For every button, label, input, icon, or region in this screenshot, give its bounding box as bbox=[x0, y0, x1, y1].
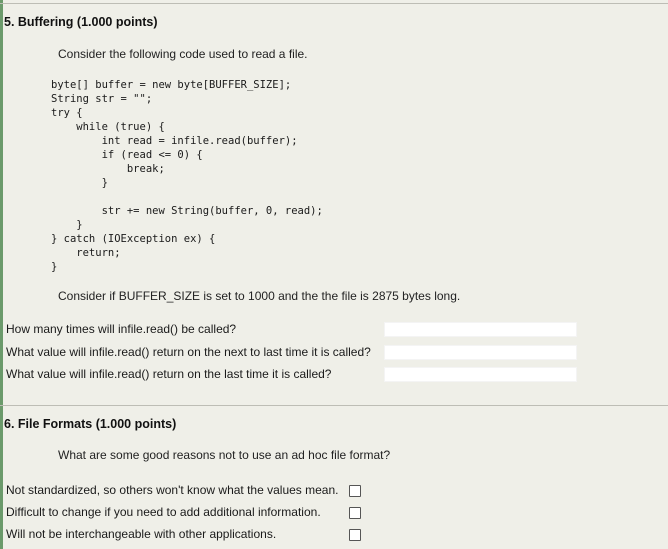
question-5-intro: Consider the following code used to read… bbox=[58, 47, 308, 61]
question-6-option-1-label: Not standardized, so others won't know w… bbox=[6, 483, 339, 497]
question-5c-answer-input[interactable] bbox=[384, 367, 577, 382]
top-divider bbox=[0, 3, 668, 4]
code-block: byte[] buffer = new byte[BUFFER_SIZE]; S… bbox=[51, 79, 323, 273]
question-6-intro: What are some good reasons not to use an… bbox=[58, 448, 391, 462]
question-5b-answer-input[interactable] bbox=[384, 345, 577, 360]
question-6-title: 6. File Formats (1.000 points) bbox=[4, 417, 177, 431]
question-5-title: 5. Buffering (1.000 points) bbox=[4, 15, 158, 29]
section-divider bbox=[0, 405, 668, 406]
question-6-option-2-checkbox[interactable] bbox=[349, 507, 361, 519]
question-5a-answer-input[interactable] bbox=[384, 322, 577, 337]
question-6-option-2-label: Difficult to change if you need to add a… bbox=[6, 505, 321, 519]
question-6-option-3-label: Will not be interchangeable with other a… bbox=[6, 527, 277, 541]
question-5-condition: Consider if BUFFER_SIZE is set to 1000 a… bbox=[58, 289, 461, 303]
question-5b-label: What value will infile.read() return on … bbox=[6, 345, 371, 359]
question-5a-label: How many times will infile.read() be cal… bbox=[6, 322, 237, 336]
question-6-option-1-checkbox[interactable] bbox=[349, 485, 361, 497]
left-accent-bar bbox=[0, 0, 3, 549]
question-6-option-3-checkbox[interactable] bbox=[349, 529, 361, 541]
question-5c-label: What value will infile.read() return on … bbox=[6, 367, 332, 381]
